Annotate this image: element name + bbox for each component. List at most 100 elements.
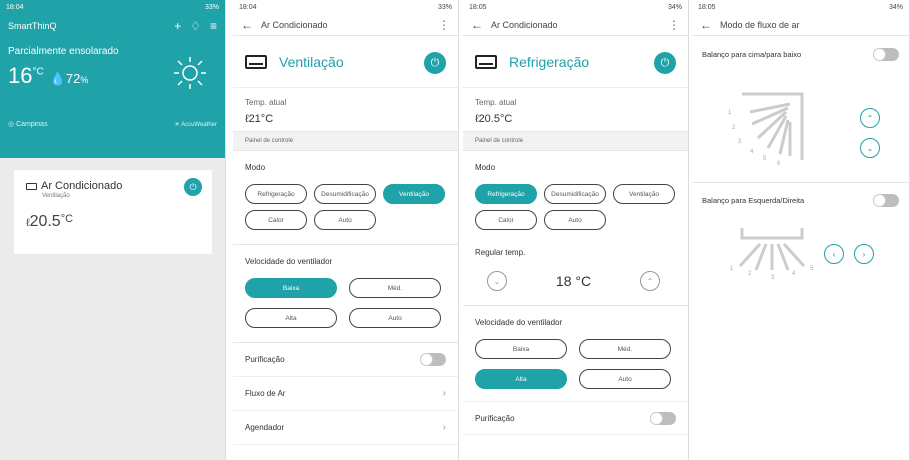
mode-refrigeracao[interactable]: Refrigeração <box>475 184 537 204</box>
fan-alta[interactable]: Alta <box>475 369 567 389</box>
horizontal-swing-toggle[interactable] <box>873 193 899 207</box>
airflow-mode-screen: 18:05 34% ← Modo de fluxo de ar Balanço … <box>692 0 910 460</box>
horizontal-pos-4: 4 <box>792 271 796 277</box>
location-label: Campinas <box>16 121 48 128</box>
fan-auto[interactable]: Auto <box>349 308 441 328</box>
bell-icon[interactable]: ♢ <box>190 19 201 33</box>
mode-auto[interactable]: Auto <box>544 210 606 230</box>
current-temp: Temp. atual ℓ20.5°C <box>463 88 688 131</box>
panel-header: Painel de controle <box>233 131 458 151</box>
menu-icon[interactable]: ≡ <box>210 19 217 33</box>
horizontal-pos-2: 2 <box>748 271 752 277</box>
vertical-swing-toggle[interactable] <box>873 47 899 61</box>
back-arrow-icon[interactable]: ← <box>471 18 483 32</box>
vertical-down-button[interactable]: ⌄ <box>860 138 880 158</box>
mode-auto[interactable]: Auto <box>314 210 376 230</box>
status-battery: 34% <box>888 3 903 11</box>
back-arrow-icon[interactable]: ← <box>700 18 712 32</box>
app-bar: ← Ar Condicionado ⋮ <box>463 14 688 36</box>
fan-med[interactable]: Méd. <box>579 339 671 359</box>
temp-down-button[interactable]: ⌄ <box>487 271 507 291</box>
panel-header: Painel de controle <box>463 131 688 151</box>
fan-baixa[interactable]: Baixa <box>245 278 337 298</box>
set-temp-value: 18 °C <box>555 273 592 289</box>
status-battery: 34% <box>667 3 682 11</box>
vertical-pos-4: 4 <box>750 149 754 155</box>
current-temp: Temp. atual ℓ21°C <box>233 88 458 131</box>
location-icon: ◎ <box>8 121 17 128</box>
back-arrow-icon[interactable]: ← <box>241 18 253 32</box>
horizontal-swing-label: Balanço para Esquerda/Direita <box>702 195 805 205</box>
device-power-button[interactable]: ⏻ <box>184 178 202 196</box>
weather-panel: Parcialmente ensolarado 16°C 💧72% ◎ Campi… <box>0 38 225 158</box>
ac-unit-icon <box>475 54 497 69</box>
page-title: Ar Condicionado <box>491 19 558 30</box>
app-bar: ← Modo de fluxo de ar <box>692 14 909 36</box>
horizontal-swing-row: Balanço para Esquerda/Direita <box>692 186 909 214</box>
status-time: 18:04 <box>6 3 24 11</box>
horizontal-right-button[interactable]: › <box>854 244 874 264</box>
fan-med[interactable]: Méd. <box>349 278 441 298</box>
horizontal-left-button[interactable]: ‹ <box>824 244 844 264</box>
horizontal-pos-5: 5 <box>810 266 814 272</box>
page-title: Ar Condicionado <box>261 19 328 30</box>
fan-speed-options: Baixa Méd. Alta Auto <box>463 333 688 395</box>
humidity-unit: % <box>80 75 89 85</box>
add-icon[interactable]: + <box>174 19 181 33</box>
app-header: SmartThinQ + ♢ ≡ <box>0 14 225 38</box>
more-vert-icon[interactable]: ⋮ <box>668 18 680 32</box>
home-screen: 18:04 33% SmartThinQ + ♢ ≡ Parcialmente … <box>0 0 226 460</box>
vertical-pos-6: 6 <box>777 161 781 167</box>
power-button[interactable]: ⏻ <box>424 52 446 74</box>
status-time: 18:05 <box>469 3 487 11</box>
horizontal-pos-3: 3 <box>771 275 775 281</box>
weather-provider-label: AccuWeather <box>181 122 217 128</box>
current-temp-label: Temp. atual <box>475 98 517 107</box>
purification-toggle[interactable] <box>420 353 446 366</box>
vertical-up-button[interactable]: ⌃ <box>860 108 880 128</box>
power-button[interactable]: ⏻ <box>654 52 676 74</box>
vertical-pos-2: 2 <box>732 125 736 131</box>
fan-speed-options: Baixa Méd. Alta Auto <box>233 272 458 334</box>
device-mode: Ventilação <box>42 193 70 199</box>
fan-alta[interactable]: Alta <box>245 308 337 328</box>
mode-desumidificacao[interactable]: Desumidificação <box>314 184 376 204</box>
current-temp-text: 20.5°C <box>478 113 513 125</box>
weather-temp-unit: °C <box>32 66 44 78</box>
temp-control: ⌄ 18 °C ⌃ <box>463 263 688 305</box>
mode-section-label: Modo <box>475 163 496 172</box>
fan-auto[interactable]: Auto <box>579 369 671 389</box>
weather-temp-value: 16 <box>8 63 33 88</box>
device-temp-unit: °C <box>60 213 74 225</box>
chevron-right-icon: › <box>442 422 446 433</box>
fan-speed-label: Velocidade do ventilador <box>475 318 563 327</box>
chevron-right-icon: › <box>442 388 446 399</box>
mode-ventilacao[interactable]: Ventilação <box>383 184 445 204</box>
purification-toggle[interactable] <box>650 411 676 425</box>
status-bar: 18:05 34% <box>463 0 688 14</box>
vertical-airflow-diagram <box>742 92 804 160</box>
page-title: Modo de fluxo de ar <box>720 19 800 30</box>
more-vert-icon[interactable]: ⋮ <box>438 18 450 32</box>
mode-calor[interactable]: Calor <box>475 210 537 230</box>
fan-speed-label: Velocidade do ventilador <box>245 257 333 266</box>
mode-refrigeracao[interactable]: Refrigeração <box>245 184 307 204</box>
fan-baixa[interactable]: Baixa <box>475 339 567 359</box>
mode-section-label: Modo <box>245 163 266 172</box>
ac-unit-icon <box>245 54 267 69</box>
mode-ventilacao[interactable]: Ventilação <box>613 184 675 204</box>
partly-sunny-icon <box>174 57 206 89</box>
app-bar: ← Ar Condicionado ⋮ <box>233 14 458 36</box>
current-mode-label: Refrigeração <box>509 53 590 70</box>
device-temp: ℓ20.5°C <box>26 213 200 231</box>
device-card[interactable]: Ar Condicionado Ventilação ℓ20.5°C ⏻ <box>14 170 212 254</box>
airflow-row[interactable]: Fluxo de Ar › <box>233 377 458 411</box>
scheduler-row[interactable]: Agendador › <box>233 411 458 445</box>
temp-up-button[interactable]: ⌃ <box>639 271 660 291</box>
mode-desumidificacao[interactable]: Desumidificação <box>544 184 606 204</box>
status-bar: 18:04 33% <box>233 0 458 14</box>
mode-calor[interactable]: Calor <box>245 210 307 230</box>
status-time: 18:04 <box>239 3 257 11</box>
status-bar: 18:05 34% <box>692 0 909 14</box>
horizontal-pos-1: 1 <box>730 266 734 272</box>
